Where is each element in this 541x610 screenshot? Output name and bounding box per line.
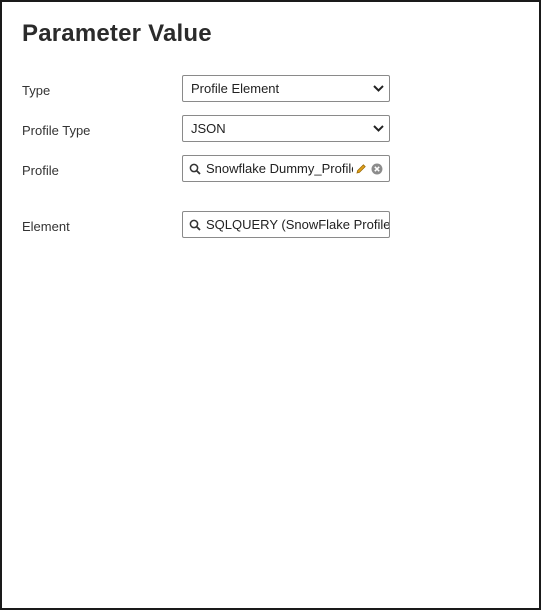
search-icon bbox=[189, 163, 203, 175]
element-lookup-value: SQLQUERY (SnowFlake Profile) bbox=[206, 217, 389, 232]
chevron-down-icon bbox=[367, 85, 389, 92]
profile-type-label: Profile Type bbox=[22, 123, 91, 138]
type-select[interactable]: Profile Element bbox=[182, 75, 390, 102]
type-label: Type bbox=[22, 83, 51, 98]
parameter-value-dialog: Parameter Value Type Profile Element Pro… bbox=[0, 0, 541, 610]
element-lookup[interactable]: SQLQUERY (SnowFlake Profile) bbox=[182, 211, 390, 238]
search-icon bbox=[189, 219, 203, 231]
pencil-icon[interactable] bbox=[353, 163, 369, 175]
profile-lookup[interactable]: Snowflake Dummy_Profile bbox=[182, 155, 390, 182]
profile-label: Profile bbox=[22, 163, 59, 178]
profile-type-select[interactable]: JSON bbox=[182, 115, 390, 142]
chevron-down-icon bbox=[367, 125, 389, 132]
dialog-title: Parameter Value bbox=[22, 20, 212, 47]
type-select-value: Profile Element bbox=[191, 81, 280, 96]
profile-lookup-value: Snowflake Dummy_Profile bbox=[206, 161, 353, 176]
profile-type-select-value: JSON bbox=[191, 121, 226, 136]
clear-icon[interactable] bbox=[369, 163, 385, 175]
element-label: Element bbox=[22, 219, 70, 234]
